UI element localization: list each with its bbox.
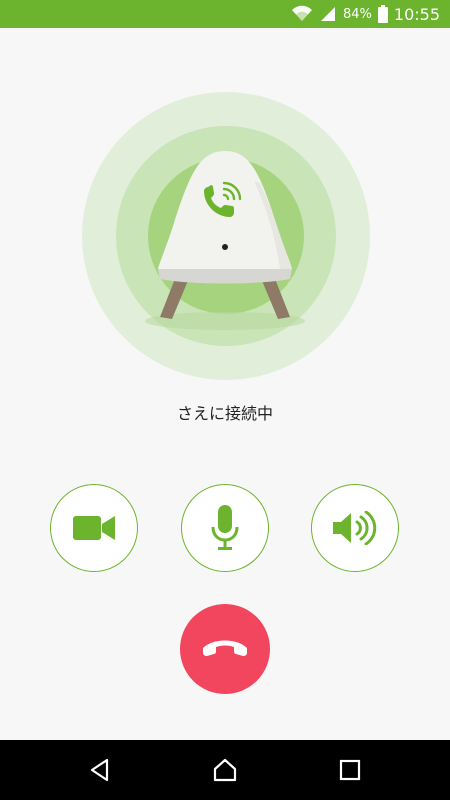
robot-device-illustration bbox=[145, 151, 305, 330]
speaker-button[interactable] bbox=[311, 484, 399, 572]
home-icon bbox=[213, 758, 237, 782]
video-camera-icon bbox=[73, 516, 115, 540]
navigation-bar bbox=[0, 740, 450, 800]
battery-icon bbox=[377, 5, 388, 23]
nav-back-button[interactable] bbox=[80, 750, 120, 790]
phone-hangup-icon bbox=[203, 640, 247, 656]
call-screen: さえに接続中 bbox=[0, 28, 450, 740]
nav-recent-apps-button[interactable] bbox=[330, 750, 370, 790]
recent-apps-icon bbox=[339, 759, 361, 781]
hangup-button[interactable] bbox=[180, 604, 270, 694]
video-button[interactable] bbox=[50, 484, 138, 572]
wifi-icon bbox=[291, 5, 312, 21]
status-bar-right: 84% 10:55 bbox=[291, 0, 440, 28]
clock: 10:55 bbox=[393, 4, 440, 24]
battery-percent: 84% bbox=[342, 6, 372, 22]
speaker-icon bbox=[333, 511, 377, 545]
call-status-text: さえに接続中 bbox=[176, 404, 273, 423]
status-bar: 84% 10:55 bbox=[0, 0, 450, 28]
microphone-icon bbox=[211, 505, 239, 550]
nav-home-button[interactable] bbox=[205, 750, 245, 790]
microphone-button[interactable] bbox=[181, 484, 269, 572]
back-icon bbox=[90, 758, 109, 782]
signal-icon bbox=[320, 7, 335, 21]
